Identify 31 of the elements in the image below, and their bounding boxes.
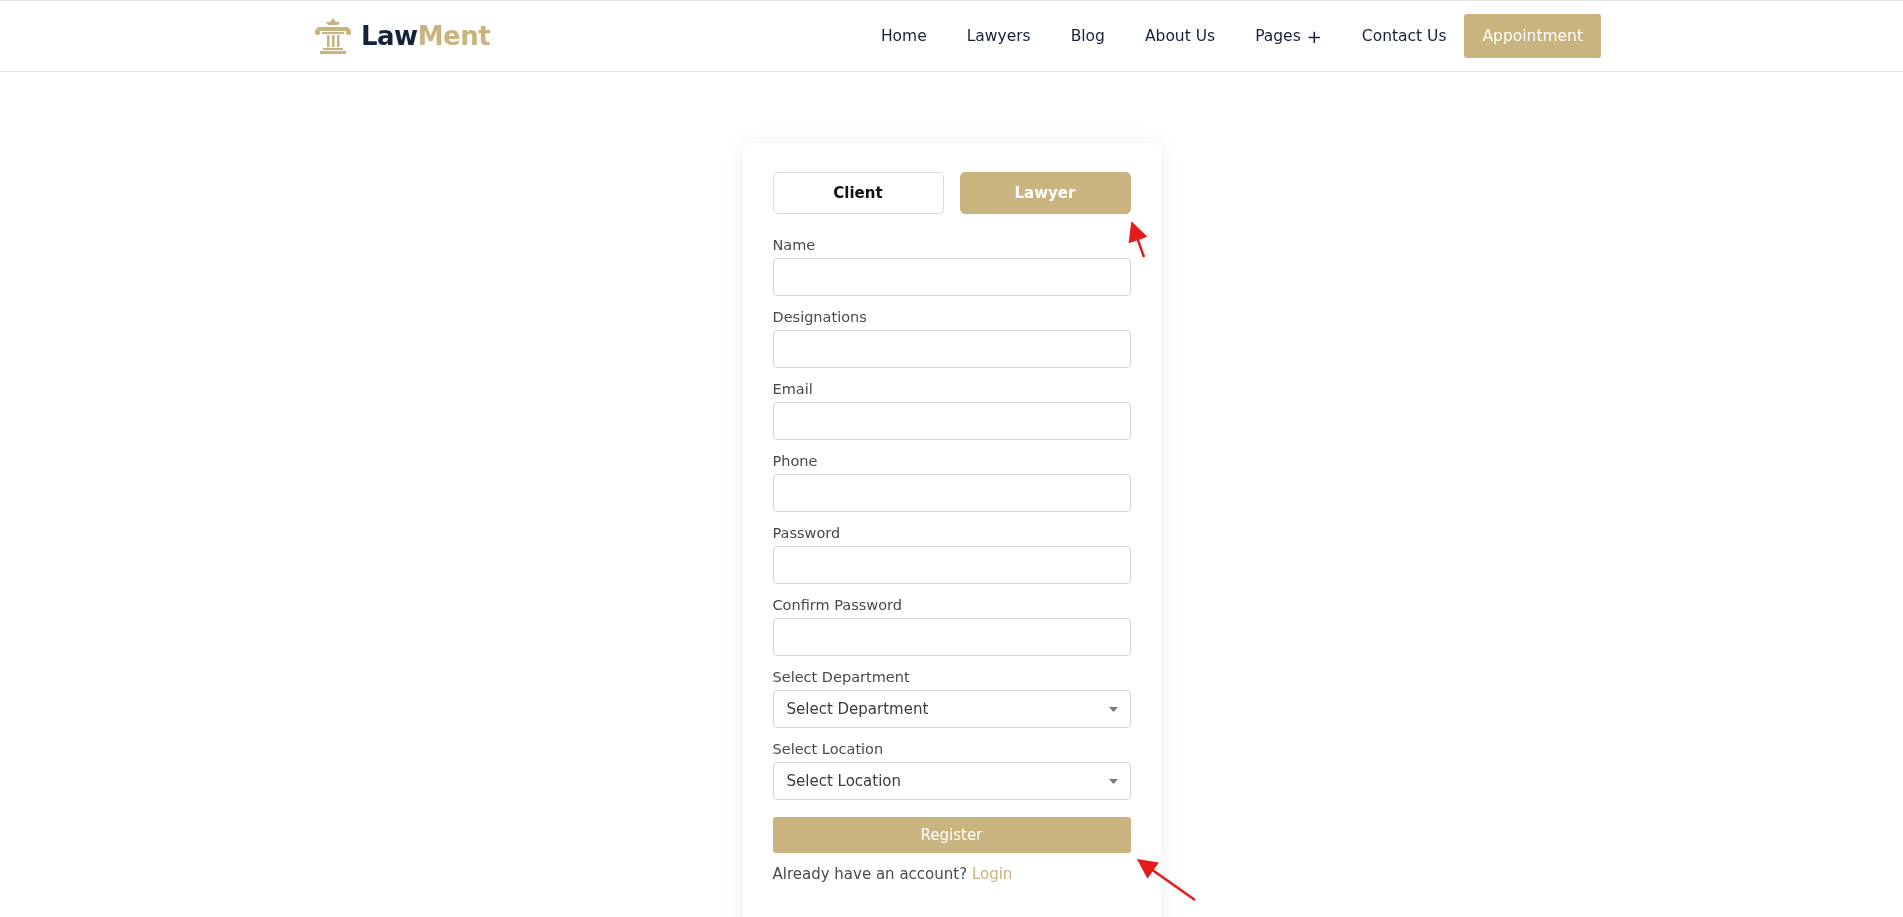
account-prompt: Already have an account? (772, 865, 968, 883)
brand-name[interactable]: LawMent (361, 21, 491, 51)
input-field[interactable] (772, 474, 1131, 512)
input-field[interactable] (772, 258, 1131, 296)
field-label: Designations (772, 308, 868, 327)
pillar-logo-icon (313, 16, 353, 56)
nav-link[interactable]: Pages (1255, 27, 1301, 45)
field-label: Password (772, 524, 842, 543)
role-tab[interactable]: Client (772, 172, 944, 214)
caret-icon (1108, 706, 1118, 712)
input-field[interactable] (772, 330, 1131, 368)
nav-link[interactable]: Lawyers (966, 27, 1031, 45)
nav-link[interactable]: About Us (1144, 27, 1216, 45)
field-label: Confirm Password (772, 596, 903, 615)
select-field[interactable]: Select Location (772, 762, 1131, 800)
plus-icon[interactable]: + (1306, 25, 1322, 47)
field-label: Name (772, 236, 817, 255)
nav-link[interactable]: Blog (1070, 27, 1105, 45)
nav-link[interactable]: Home (880, 27, 927, 45)
caret-icon (1108, 778, 1118, 784)
annotation-arrow (1128, 221, 1148, 258)
input-field[interactable] (772, 546, 1131, 584)
field-label: Email (772, 380, 814, 399)
field-label: Select Department (772, 668, 911, 687)
field-label: Phone (772, 452, 819, 471)
nav-link[interactable]: Contact Us (1361, 27, 1447, 45)
input-field[interactable] (772, 402, 1131, 440)
field-label: Select Location (772, 740, 885, 759)
select-field[interactable]: Select Department (772, 690, 1131, 728)
annotation-arrow (1136, 859, 1196, 902)
input-field[interactable] (772, 618, 1131, 656)
